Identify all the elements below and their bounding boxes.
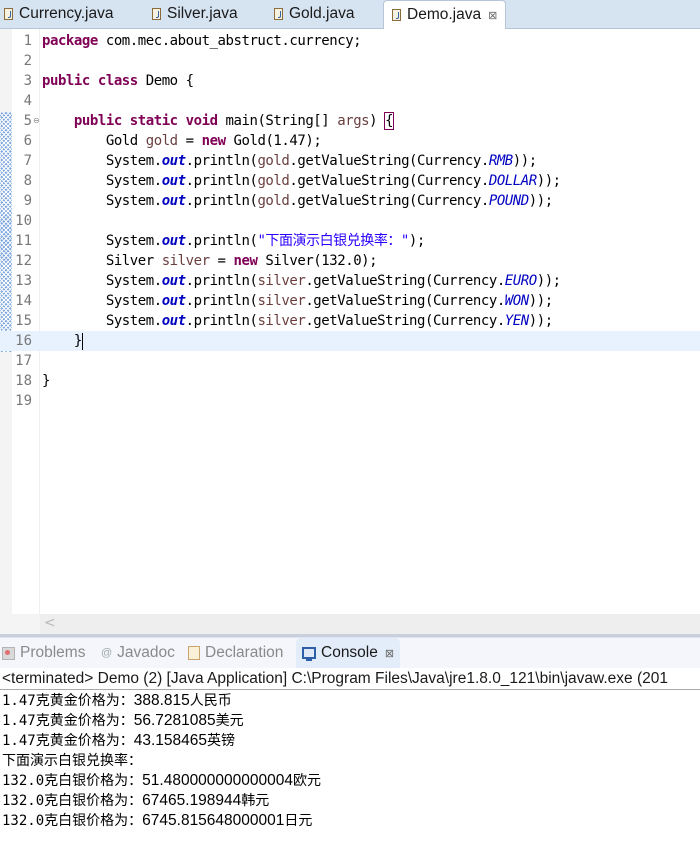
line-number: 7 bbox=[23, 153, 32, 169]
java-file-icon bbox=[152, 8, 161, 20]
line-number: 3 bbox=[23, 73, 32, 89]
tab-label: Javadoc bbox=[117, 644, 175, 661]
code-line: 5 ⊖ public static void main(String[] arg… bbox=[0, 111, 700, 131]
code-line: 12 Silver silver = new Silver(132.0); bbox=[0, 251, 700, 271]
code-line: 13 System.out.println(silver.getValueStr… bbox=[0, 271, 700, 291]
code-text: System.out.println(gold.getValueString(C… bbox=[105, 193, 553, 209]
code-line: 2 bbox=[0, 51, 700, 71]
javadoc-at-icon: @ bbox=[101, 647, 113, 659]
console-line: 1.47克黄金价格为：43.158465英镑 bbox=[2, 732, 235, 749]
tab-problems[interactable]: Problems bbox=[2, 638, 85, 668]
code-text: package com.mec.about_abstruct.currency; bbox=[42, 33, 362, 49]
code-text: System.out.println(gold.getValueString(C… bbox=[105, 153, 537, 169]
console-line: 下面演示白银兑换率： bbox=[2, 753, 142, 769]
tab-currency-java[interactable]: Currency.java bbox=[4, 0, 113, 28]
code-line: 3 public class Demo { bbox=[0, 71, 700, 91]
line-number: 1 bbox=[23, 33, 32, 49]
line-number: 8 bbox=[23, 173, 32, 189]
tab-declaration[interactable]: Declaration bbox=[188, 638, 283, 668]
tab-label: Gold.java bbox=[289, 5, 355, 22]
line-number: 13 bbox=[15, 273, 32, 289]
line-number: 6 bbox=[23, 133, 32, 149]
code-line: 19 bbox=[0, 391, 700, 411]
tab-label: Demo.java bbox=[407, 6, 482, 23]
code-line: 9 System.out.println(gold.getValueString… bbox=[0, 191, 700, 211]
console-line: 132.0克白银价格为：67465.198944韩元 bbox=[2, 792, 270, 809]
close-icon[interactable]: ⊠ bbox=[385, 647, 394, 660]
code-editor[interactable]: 1 package com.mec.about_abstruct.currenc… bbox=[0, 29, 700, 634]
code-text: Silver silver = new Silver(132.0); bbox=[105, 253, 378, 269]
problems-icon bbox=[2, 646, 15, 660]
tab-silver-java[interactable]: Silver.java bbox=[152, 0, 238, 28]
code-line: 18 } bbox=[0, 371, 700, 391]
line-number: 18 bbox=[15, 373, 32, 389]
line-number: 5 bbox=[23, 113, 32, 129]
line-number: 10 bbox=[15, 213, 32, 229]
tab-gold-java[interactable]: Gold.java bbox=[274, 0, 354, 28]
matching-bracket-highlight: { bbox=[384, 112, 395, 130]
console-process-header: <terminated> Demo (2) [Java Application]… bbox=[0, 668, 700, 690]
tab-label: Currency.java bbox=[19, 5, 114, 22]
line-number: 12 bbox=[15, 253, 32, 269]
horizontal-scrollbar[interactable]: < bbox=[40, 614, 700, 634]
line-number: 15 bbox=[15, 313, 32, 329]
tab-label: Silver.java bbox=[167, 5, 238, 22]
declaration-icon bbox=[188, 646, 200, 660]
console-line: 1.47克黄金价格为：56.7281085美元 bbox=[2, 712, 244, 729]
code-text: } bbox=[73, 332, 83, 350]
code-text: System.out.println(silver.getValueString… bbox=[105, 313, 553, 329]
line-number: 11 bbox=[15, 233, 32, 249]
console-output[interactable]: 1.47克黄金价格为：388.815人民币 1.47克黄金价格为：56.7281… bbox=[2, 691, 700, 831]
code-text: public class Demo { bbox=[42, 73, 194, 89]
text-caret bbox=[81, 332, 83, 350]
code-text: System.out.println(gold.getValueString(C… bbox=[105, 173, 561, 189]
scroll-left-icon[interactable]: < bbox=[44, 615, 56, 631]
code-text: System.out.println(silver.getValueString… bbox=[105, 273, 561, 289]
code-text: System.out.println("下面演示白银兑换率："); bbox=[105, 233, 425, 249]
code-text: System.out.println(silver.getValueString… bbox=[105, 293, 553, 309]
fold-collapse-icon[interactable]: ⊖ bbox=[33, 111, 40, 131]
code-line: 11 System.out.println("下面演示白银兑换率："); bbox=[0, 231, 700, 251]
java-file-icon bbox=[4, 8, 13, 20]
panel-tab-bar: Problems @ Javadoc Declaration Console ⊠ bbox=[0, 637, 700, 668]
code-line: 1 package com.mec.about_abstruct.currenc… bbox=[0, 31, 700, 51]
editor-tab-bar: Currency.java Silver.java Gold.java Demo… bbox=[0, 0, 700, 29]
line-number: 19 bbox=[15, 393, 32, 409]
scroll-corner bbox=[0, 614, 40, 634]
code-line: 7 System.out.println(gold.getValueString… bbox=[0, 151, 700, 171]
code-text: public static void main(String[] args) { bbox=[73, 112, 395, 130]
line-number: 4 bbox=[23, 93, 32, 109]
code-line: 15 System.out.println(silver.getValueStr… bbox=[0, 311, 700, 331]
code-line-current: 16 } bbox=[0, 331, 700, 351]
console-line: 1.47克黄金价格为：388.815人民币 bbox=[2, 692, 232, 709]
code-line: 17 bbox=[0, 351, 700, 371]
console-line: 132.0克白银价格为：51.480000000000004欧元 bbox=[2, 772, 322, 789]
line-number: 16 bbox=[15, 333, 32, 349]
line-number: 14 bbox=[15, 293, 32, 309]
tab-label: Problems bbox=[20, 644, 86, 661]
tab-label: Declaration bbox=[205, 644, 284, 661]
console-line: 132.0克白银价格为：6745.815648000001日元 bbox=[2, 812, 313, 829]
tab-demo-java[interactable]: Demo.java ⊠ bbox=[383, 0, 507, 29]
code-line: 14 System.out.println(silver.getValueStr… bbox=[0, 291, 700, 311]
tab-label: Console bbox=[321, 644, 378, 661]
code-line: 8 System.out.println(gold.getValueString… bbox=[0, 171, 700, 191]
tab-console[interactable]: Console ⊠ bbox=[296, 638, 401, 668]
code-text: Gold gold = new Gold(1.47); bbox=[105, 133, 322, 149]
java-file-icon bbox=[392, 9, 401, 21]
java-file-icon bbox=[274, 8, 283, 20]
code-line: 4 bbox=[0, 91, 700, 111]
line-number: 9 bbox=[23, 193, 32, 209]
line-number: 2 bbox=[23, 53, 32, 69]
code-line: 6 Gold gold = new Gold(1.47); bbox=[0, 131, 700, 151]
code-line: 10 bbox=[0, 211, 700, 231]
tab-javadoc[interactable]: @ Javadoc bbox=[101, 638, 175, 668]
line-number: 17 bbox=[15, 353, 32, 369]
close-icon[interactable]: ⊠ bbox=[488, 9, 497, 22]
console-monitor-icon bbox=[302, 647, 316, 661]
code-text: } bbox=[42, 373, 50, 389]
